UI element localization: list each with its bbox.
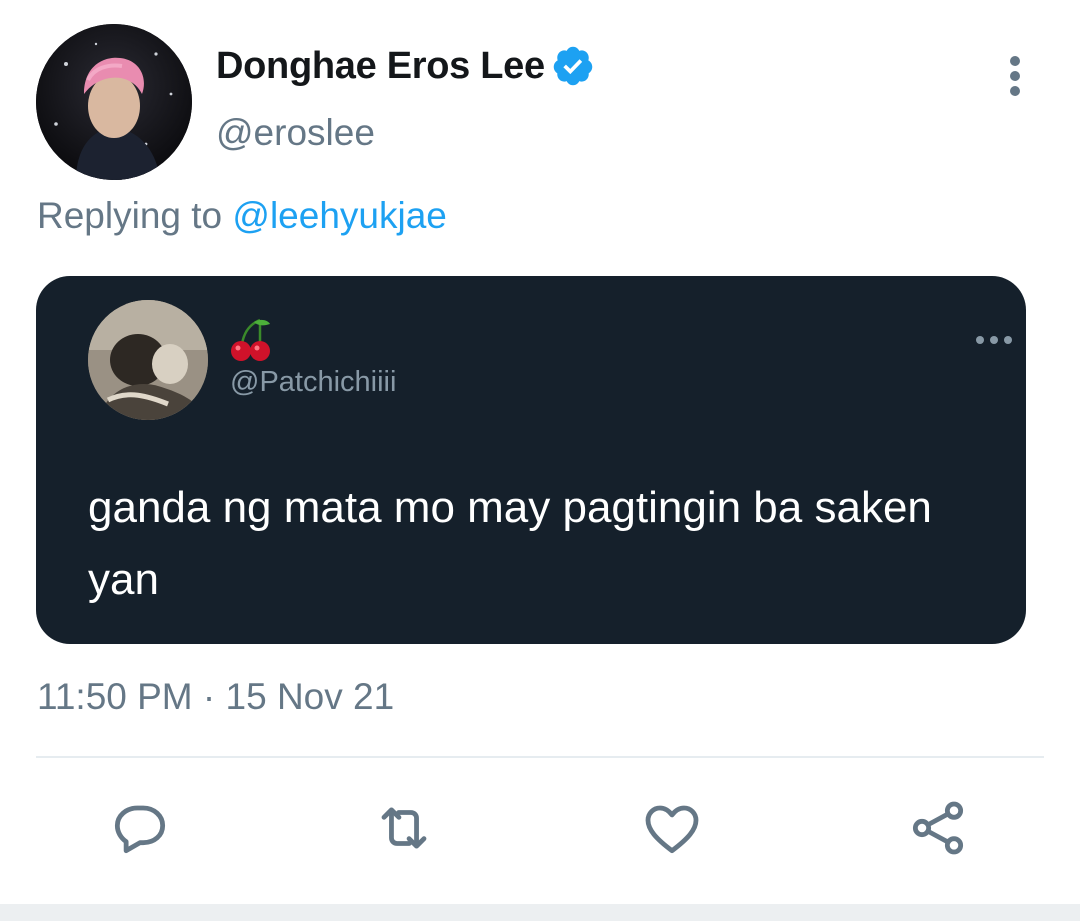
- reply-context: Replying to @leehyukjae: [37, 195, 447, 237]
- author-avatar[interactable]: [36, 24, 192, 180]
- author-display-name[interactable]: Donghae Eros Lee: [216, 45, 545, 88]
- quoted-text: ganda ng mata mo may pagtingin ba saken …: [88, 483, 932, 604]
- reply-icon[interactable]: [108, 796, 172, 860]
- action-bar: [0, 790, 1080, 870]
- more-dot: [1010, 86, 1020, 96]
- attached-image-card[interactable]: @Patchichiiii ganda ng mata mo may pagti…: [36, 276, 1026, 644]
- divider: [36, 756, 1044, 758]
- retweet-icon[interactable]: [372, 796, 436, 860]
- more-options-button[interactable]: [1000, 54, 1034, 98]
- author-display-name-row[interactable]: Donghae Eros Lee: [216, 44, 595, 88]
- avatar-image: [36, 24, 192, 180]
- tweet-timestamp[interactable]: 11:50 PM · 15 Nov 21: [37, 676, 394, 718]
- quoted-more-dot: [1004, 336, 1012, 344]
- more-dot: [1010, 71, 1020, 81]
- author-handle[interactable]: @eroslee: [216, 112, 375, 154]
- reply-mention-link[interactable]: @leehyukjae: [232, 195, 446, 236]
- share-icon[interactable]: [906, 796, 970, 860]
- bottom-edge: [0, 904, 1080, 921]
- reply-prefix: Replying to: [37, 195, 233, 236]
- quoted-avatar-image: [88, 300, 208, 420]
- quoted-avatar: [88, 300, 208, 420]
- quoted-more-dot: [990, 336, 998, 344]
- verified-badge-icon: [553, 46, 593, 86]
- like-icon[interactable]: [640, 796, 704, 860]
- more-dot: [1010, 56, 1020, 66]
- quoted-handle: @Patchichiiii: [230, 366, 397, 398]
- cherries-emoji-icon: [231, 318, 270, 361]
- quoted-more-icon: [976, 336, 1016, 346]
- quoted-more-dot: [976, 336, 984, 344]
